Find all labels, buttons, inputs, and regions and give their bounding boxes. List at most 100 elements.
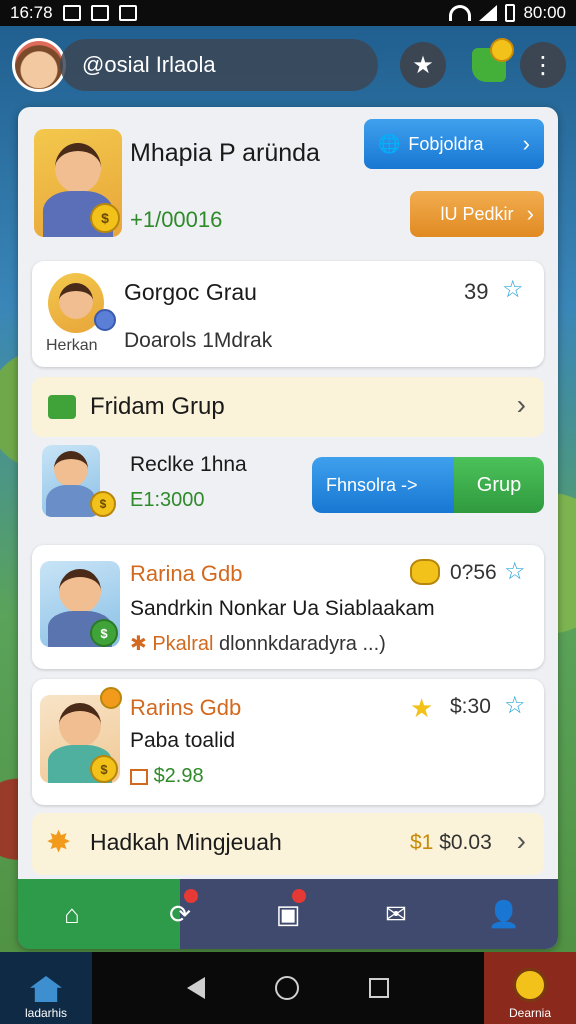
group-join-button[interactable]: Grup bbox=[454, 457, 544, 513]
home-circle-icon[interactable] bbox=[275, 976, 299, 1000]
profile-name: Mhapia P aründa bbox=[130, 139, 320, 167]
profile-primary-label: Fobjoldra bbox=[408, 133, 484, 154]
profile-coins: +1/00016 bbox=[130, 207, 223, 232]
group-member-coins: E1:3000 bbox=[130, 489, 205, 511]
post-coins: $2.98 bbox=[153, 765, 204, 787]
medal-icon bbox=[513, 968, 547, 1002]
bottom-nav: ⌂ ⟳ ▣ ✉ 👤 bbox=[18, 879, 558, 949]
username-pill[interactable]: @osial Irlaola bbox=[60, 39, 378, 91]
main-panel: $ Mhapia P aründa +1/00016 🌐 Fobjoldra ›… bbox=[18, 107, 558, 949]
friend-count: 39 bbox=[464, 279, 489, 304]
post-card[interactable]: $ Rarina Gdb 0?56 ☆ Sandrkin Nonkar Ua S… bbox=[32, 545, 544, 669]
bonus-section-title: Hadkah Mingjeuah bbox=[90, 829, 282, 855]
profile-secondary-button[interactable]: lU Pedkir › bbox=[410, 191, 544, 237]
recents-icon[interactable] bbox=[369, 978, 389, 998]
home-shortcut-label: ladarhis bbox=[24, 1006, 68, 1020]
group-join-label: Grup bbox=[476, 473, 522, 496]
nav-friends[interactable]: ⟳ bbox=[126, 879, 234, 949]
home-icon: ⌂ bbox=[64, 898, 80, 929]
group-section-title: Fridam Grup bbox=[90, 393, 225, 420]
rewards-shortcut[interactable]: Dearnia bbox=[484, 952, 576, 1024]
achievements-button[interactable] bbox=[466, 38, 514, 88]
group-member-row: $ Reclke 1hna E1:3000 Fhnsolra -> Grup bbox=[32, 439, 544, 523]
system-nav-bar: ladarhis Dearnia bbox=[0, 952, 576, 1024]
group-action-button[interactable]: Fhnsolra -> bbox=[312, 457, 454, 513]
wallet-icon bbox=[130, 768, 148, 785]
post-tags: ✱ Pkalral dlonnkdaradyra ...) bbox=[130, 631, 386, 656]
post-tag[interactable]: Pkalral bbox=[152, 633, 213, 655]
mail-icon: ✉ bbox=[385, 898, 407, 929]
post-coins-row: $2.98 bbox=[130, 765, 204, 788]
refresh-icon: ⟳ bbox=[169, 898, 191, 929]
app-notification-icon bbox=[90, 5, 109, 21]
notification-dot bbox=[184, 889, 198, 903]
profile-card: $ Mhapia P aründa +1/00016 🌐 Fobjoldra ›… bbox=[32, 117, 544, 247]
favorite-star-icon[interactable]: ☆ bbox=[504, 557, 526, 586]
wifi-icon bbox=[449, 5, 472, 21]
post-amount: $:30 bbox=[450, 695, 491, 718]
profile-secondary-label: lU Pedkir bbox=[440, 203, 514, 224]
post-tag-detail: dlonnkdaradyra ...) bbox=[219, 633, 386, 655]
friend-subtitle: Doarols 1Mdrak bbox=[124, 329, 273, 352]
post-card[interactable]: $ Rarins Gdb ★ $:30 ☆ Paba toalid $2.98 bbox=[32, 679, 544, 805]
status-clock: 80:00 bbox=[523, 3, 566, 22]
person-icon: 👤 bbox=[487, 898, 521, 929]
battery-icon bbox=[505, 4, 516, 22]
verified-icon bbox=[94, 309, 116, 331]
nav-messages[interactable]: ✉ bbox=[342, 879, 450, 949]
nav-profile[interactable]: 👤 bbox=[450, 879, 558, 949]
bonus-amount-prefix: $1 bbox=[410, 831, 434, 854]
user-avatar[interactable] bbox=[12, 38, 66, 92]
chevron-right-icon: › bbox=[526, 201, 534, 226]
coin-icon: $ bbox=[90, 755, 118, 783]
badge-icon bbox=[472, 38, 514, 82]
nav-home[interactable]: ⌂ bbox=[18, 879, 126, 949]
rewards-shortcut-label: Dearnia bbox=[508, 1006, 552, 1020]
star-icon: ★ bbox=[412, 51, 434, 79]
group-section-header[interactable]: Fridam Grup › bbox=[32, 377, 544, 437]
post-text: Paba toalid bbox=[130, 729, 236, 752]
coin-icon: $ bbox=[90, 491, 116, 517]
top-bar: @osial Irlaola ★ ⋮ bbox=[0, 30, 576, 100]
bonus-section-header[interactable]: ✸ Hadkah Mingjeuah $1 $0.03 › bbox=[32, 813, 544, 875]
notification-dot bbox=[292, 889, 306, 903]
group-action-label: Fhnsolra -> bbox=[326, 474, 418, 495]
notification-icon bbox=[62, 5, 81, 21]
nav-calendar[interactable]: ▣ bbox=[234, 879, 342, 949]
globe-icon: 🌐 bbox=[378, 133, 401, 154]
signal-icon bbox=[479, 5, 498, 21]
burst-icon: ✸ bbox=[46, 826, 72, 859]
post-amount: 0?56 bbox=[450, 561, 497, 584]
shield-notification-icon bbox=[118, 5, 137, 21]
group-member-name: Reclke 1hna bbox=[130, 453, 247, 476]
coin-stack-icon bbox=[410, 559, 440, 585]
status-bar: 16:78 80:00 bbox=[0, 0, 576, 26]
friend-name: Gorgoc Grau bbox=[124, 279, 257, 305]
chevron-right-icon: › bbox=[522, 131, 530, 156]
house-icon bbox=[30, 976, 62, 1002]
notification-badge-icon bbox=[100, 687, 122, 709]
favorite-star-icon[interactable]: ☆ bbox=[502, 275, 524, 304]
profile-primary-button[interactable]: 🌐 Fobjoldra › bbox=[364, 119, 544, 169]
friend-card[interactable]: Herkan Gorgoc Grau Doarols 1Mdrak 39 ☆ bbox=[32, 261, 544, 367]
coin-icon: $ bbox=[90, 203, 120, 233]
sparkle-icon: ✱ bbox=[130, 633, 147, 655]
friend-avatar-caption: Herkan bbox=[46, 337, 98, 354]
post-text: Sandrkin Nonkar Ua Siablaakam bbox=[130, 597, 435, 620]
post-author-name: Rarins Gdb bbox=[130, 695, 242, 720]
username: @osial Irlaola bbox=[82, 52, 216, 77]
chevron-right-icon: › bbox=[516, 389, 526, 420]
favorite-star-icon[interactable]: ☆ bbox=[504, 691, 526, 720]
status-time: 16:78 bbox=[10, 3, 53, 22]
bonus-amount-value: $0.03 bbox=[439, 831, 492, 854]
favorites-button[interactable]: ★ bbox=[400, 42, 446, 88]
badge-icon: $ bbox=[90, 619, 118, 647]
more-vertical-icon: ⋮ bbox=[531, 51, 555, 79]
chevron-right-icon: › bbox=[516, 825, 526, 856]
star-icon: ★ bbox=[410, 693, 434, 723]
group-flag-icon bbox=[48, 395, 76, 419]
back-icon[interactable] bbox=[187, 977, 205, 999]
calendar-icon: ▣ bbox=[275, 898, 301, 929]
more-button[interactable]: ⋮ bbox=[520, 42, 566, 88]
home-shortcut[interactable]: ladarhis bbox=[0, 952, 92, 1024]
